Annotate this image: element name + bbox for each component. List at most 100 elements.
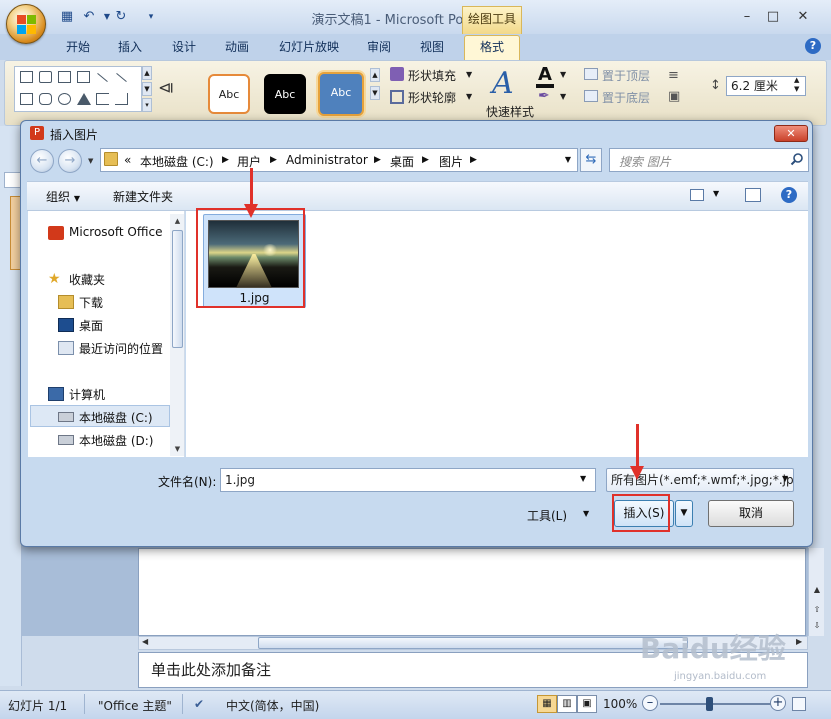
scroll-up-icon[interactable]: ▲ xyxy=(810,584,824,596)
text-fill-icon[interactable]: A xyxy=(538,64,552,85)
gallery-more-icon[interactable]: ▾ xyxy=(142,98,152,112)
nav-scroll-thumb[interactable] xyxy=(172,230,183,348)
change-view-icon[interactable] xyxy=(690,189,704,201)
preview-pane-icon[interactable] xyxy=(745,188,761,202)
slide-sorter-icon[interactable]: ▥ xyxy=(557,695,577,713)
tools-dropdown-icon[interactable]: ▼ xyxy=(583,509,589,518)
file-type-dropdown-icon[interactable]: ▼ xyxy=(782,474,788,483)
breadcrumb-users[interactable]: 用户 xyxy=(237,153,261,170)
normal-view-icon[interactable]: ▦ xyxy=(537,695,557,713)
breadcrumb-arrow-icon[interactable]: ▶ xyxy=(270,153,277,167)
rounded-rect-shape-icon[interactable] xyxy=(39,93,52,105)
breadcrumb-arrow-icon[interactable]: ▶ xyxy=(422,153,429,167)
search-icon[interactable] xyxy=(790,152,804,166)
breadcrumb-arrow-icon[interactable]: ▶ xyxy=(222,153,229,167)
breadcrumb-administrator[interactable]: Administrator xyxy=(286,153,368,167)
tab-insert[interactable]: 插入 xyxy=(114,38,146,56)
scroll-left-icon[interactable]: ◀ xyxy=(142,637,148,646)
breadcrumb-arrow-icon[interactable]: ▶ xyxy=(374,153,381,167)
arrow-shape-icon[interactable] xyxy=(116,72,127,83)
elbow-connector-icon[interactable] xyxy=(96,93,109,105)
tab-format[interactable]: 格式 xyxy=(464,35,520,60)
shape-fill-button[interactable]: 形状填充 xyxy=(408,67,456,84)
maximize-icon[interactable]: □ xyxy=(762,9,784,25)
filename-dropdown-icon[interactable]: ▼ xyxy=(580,474,586,483)
gallery-down-icon[interactable]: ▼ xyxy=(142,82,152,96)
vertical-textbox-shape-icon[interactable] xyxy=(77,71,90,83)
style-sample-black[interactable]: Abc xyxy=(264,74,306,114)
slideshow-view-icon[interactable]: ▣ xyxy=(577,695,597,713)
refresh-icon[interactable]: ⇆ xyxy=(580,148,602,172)
shapes-gallery[interactable] xyxy=(14,66,142,112)
back-button[interactable]: ← xyxy=(30,149,54,173)
horizontal-scroll-thumb[interactable] xyxy=(258,637,688,649)
tab-review[interactable]: 审阅 xyxy=(363,38,395,56)
vertical-scrollbar[interactable]: ▲ ⇧ ⇩ xyxy=(808,548,824,636)
shape-outline-button[interactable]: 形状轮廓 xyxy=(408,89,456,106)
tab-home[interactable]: 开始 xyxy=(62,38,94,56)
theme-name[interactable]: "Office 主题" xyxy=(98,697,172,714)
style-gallery-down-icon[interactable]: ▼ xyxy=(370,86,380,100)
tab-slideshow[interactable]: 幻灯片放映 xyxy=(274,38,344,56)
close-icon[interactable]: ✕ xyxy=(792,9,814,25)
shape-outline-dropdown-icon[interactable]: ▼ xyxy=(466,92,472,101)
breadcrumb-arrow-icon[interactable]: ▶ xyxy=(470,153,477,167)
rectangle-shape-icon[interactable] xyxy=(20,71,33,83)
zoom-level[interactable]: 100% xyxy=(603,697,637,711)
text-fill-dropdown-icon[interactable]: ▼ xyxy=(560,70,566,79)
dialog-help-icon[interactable]: ? xyxy=(781,187,797,203)
bring-to-front-button[interactable]: 置于顶层 xyxy=(602,67,650,84)
filename-input[interactable]: 1.jpg xyxy=(220,468,596,492)
organize-button[interactable]: 组织 ▼ xyxy=(46,188,80,205)
line-shape-icon[interactable] xyxy=(97,72,108,83)
text-outline-icon[interactable]: ✒ xyxy=(538,88,550,104)
dialog-close-button[interactable]: ✕ xyxy=(774,125,808,142)
height-spinner-icon[interactable]: ▲ ▼ xyxy=(794,76,799,94)
slide-canvas[interactable] xyxy=(138,548,806,636)
text-outline-dropdown-icon[interactable]: ▼ xyxy=(560,92,566,101)
elbow-arrow-icon[interactable] xyxy=(115,93,128,105)
zoom-out-icon[interactable]: – xyxy=(642,695,658,711)
spell-check-icon[interactable]: ✔ xyxy=(194,697,204,711)
breadcrumb-desktop[interactable]: 桌面 xyxy=(390,153,414,170)
view-dropdown-icon[interactable]: ▼ xyxy=(713,189,719,198)
minimize-icon[interactable]: – xyxy=(736,9,758,25)
tab-view[interactable]: 视图 xyxy=(416,38,448,56)
zoom-in-icon[interactable]: + xyxy=(770,695,786,711)
tools-button[interactable]: 工具(L) xyxy=(527,507,567,524)
prev-slide-icon[interactable]: ⇧ xyxy=(810,604,824,616)
triangle-shape-icon[interactable] xyxy=(77,93,91,105)
oval-shape-icon[interactable] xyxy=(58,93,71,105)
zoom-slider[interactable] xyxy=(660,703,780,705)
gallery-up-icon[interactable]: ▲ xyxy=(142,66,152,80)
forward-button[interactable]: → xyxy=(58,149,82,173)
align-icon[interactable]: ≡ xyxy=(668,68,679,83)
send-to-back-button[interactable]: 置于底层 xyxy=(602,89,650,106)
breadcrumb-drive-c[interactable]: 本地磁盘 (C:) xyxy=(140,153,214,170)
help-icon[interactable]: ? xyxy=(805,38,821,54)
cancel-button[interactable]: 取消 xyxy=(708,500,794,527)
style-sample-blue-selected[interactable]: Abc xyxy=(318,72,364,116)
recent-pages-dropdown-icon[interactable]: ▼ xyxy=(88,155,98,167)
breadcrumb-overflow[interactable]: « xyxy=(124,153,131,167)
style-gallery-up-icon[interactable]: ▲ xyxy=(370,68,380,82)
style-sample-orange[interactable]: Abc xyxy=(208,74,250,114)
new-folder-button[interactable]: 新建文件夹 xyxy=(113,188,173,205)
group-icon[interactable]: ▣ xyxy=(668,89,680,104)
edit-shape-icon[interactable]: ⧏ xyxy=(158,78,174,97)
textbox-shape-icon[interactable] xyxy=(58,71,71,83)
insert-options-dropdown-icon[interactable]: ▼ xyxy=(675,500,693,527)
breadcrumb-pictures[interactable]: 图片 xyxy=(439,153,463,170)
address-dropdown-icon[interactable]: ▼ xyxy=(562,154,574,166)
office-button[interactable] xyxy=(6,4,46,44)
nav-scroll-up-icon[interactable]: ▲ xyxy=(172,215,183,227)
plus-shape-icon[interactable] xyxy=(39,71,52,83)
nav-scroll-down-icon[interactable]: ▼ xyxy=(172,443,183,455)
zoom-slider-knob[interactable] xyxy=(706,697,713,711)
fit-to-window-icon[interactable] xyxy=(792,697,806,711)
shape-fill-dropdown-icon[interactable]: ▼ xyxy=(466,70,472,79)
tab-animation[interactable]: 动画 xyxy=(221,38,253,56)
rect2-shape-icon[interactable] xyxy=(20,93,33,105)
tab-design[interactable]: 设计 xyxy=(168,38,200,56)
language-status[interactable]: 中文(简体，中国) xyxy=(226,697,319,714)
